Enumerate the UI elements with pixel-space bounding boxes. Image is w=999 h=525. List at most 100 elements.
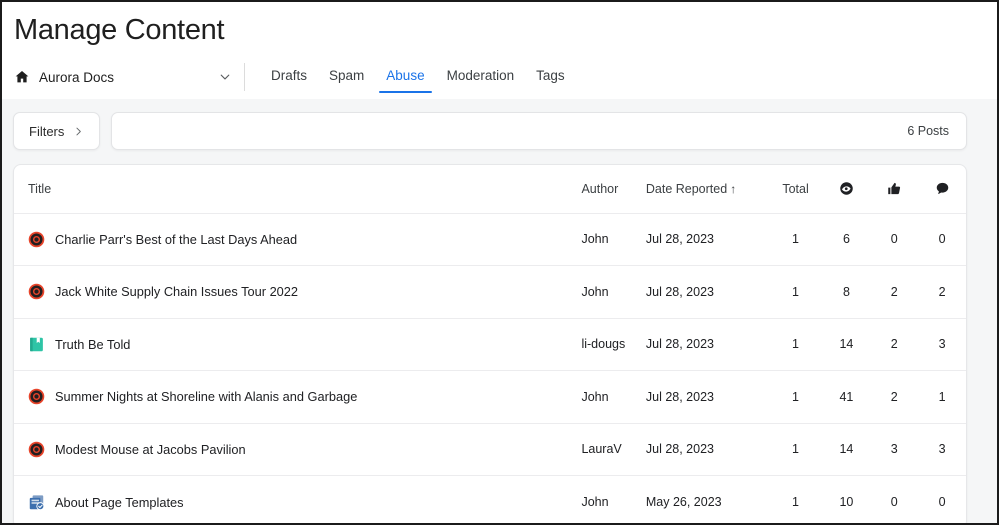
cell-author: LauraV bbox=[581, 423, 646, 476]
cell-total: 1 bbox=[792, 495, 799, 509]
row-title-link[interactable]: Summer Nights at Shoreline with Alanis a… bbox=[55, 389, 357, 404]
tab-moderation[interactable]: Moderation bbox=[436, 55, 526, 99]
filters-button-label: Filters bbox=[29, 123, 65, 139]
cell-total: 1 bbox=[768, 318, 823, 371]
column-header-total[interactable]: Total bbox=[768, 165, 823, 214]
cell-views: 8 bbox=[822, 265, 871, 319]
tab-drafts-label: Drafts bbox=[271, 68, 308, 83]
table-row[interactable]: Modest Mouse at Jacobs Pavilion LauraV J… bbox=[14, 423, 966, 476]
column-header-total-label: Total bbox=[782, 181, 809, 196]
column-header-comments[interactable] bbox=[918, 165, 966, 214]
column-header-date-label: Date Reported bbox=[645, 181, 728, 196]
column-header-title[interactable]: Title bbox=[14, 165, 582, 214]
cell-likes: 3 bbox=[870, 423, 919, 476]
cell-author: John bbox=[581, 370, 646, 424]
column-header-title-label: Title bbox=[28, 181, 52, 196]
site-selector-label: Aurora Docs bbox=[39, 69, 115, 85]
cell-likes: 0 bbox=[890, 495, 898, 509]
tab-tags[interactable]: Tags bbox=[525, 55, 576, 99]
column-header-likes[interactable] bbox=[870, 165, 919, 214]
cell-title[interactable]: About Page Templates bbox=[14, 476, 581, 524]
cell-date: Jul 28, 2023 bbox=[645, 318, 769, 371]
tab-drafts[interactable]: Drafts bbox=[260, 55, 318, 99]
blog-post-icon bbox=[28, 441, 45, 458]
cell-comments: 3 bbox=[918, 318, 966, 371]
table-row[interactable]: Jack White Supply Chain Issues Tour 2022… bbox=[14, 265, 966, 319]
column-header-author-label: Author bbox=[581, 181, 619, 196]
book-icon bbox=[30, 337, 43, 351]
cell-title[interactable]: Truth Be Told bbox=[14, 318, 582, 371]
page-template-icon bbox=[29, 494, 45, 510]
table-row[interactable]: Charlie Parr's Best of the Last Days Ahe… bbox=[14, 213, 966, 266]
blog-post-icon bbox=[28, 231, 45, 248]
table-header: Title Author Date Reported ↑ Total bbox=[14, 165, 966, 214]
cell-likes: 2 bbox=[870, 318, 919, 371]
cell-total: 1 bbox=[768, 213, 823, 266]
site-selector[interactable]: Aurora Docs bbox=[2, 55, 244, 99]
page-title: Manage Content bbox=[14, 14, 225, 46]
table-row[interactable]: Truth Be Told li-dougs Jul 28, 2023 1 14… bbox=[14, 318, 966, 371]
row-title-link[interactable]: About Page Templates bbox=[55, 495, 184, 510]
cell-title[interactable]: Jack White Supply Chain Issues Tour 2022 bbox=[14, 265, 582, 319]
table-header-row: Title Author Date Reported ↑ Total bbox=[14, 165, 966, 214]
content-table: Title Author Date Reported ↑ Total Charl… bbox=[14, 165, 966, 524]
search-input[interactable] bbox=[112, 113, 876, 149]
cell-likes: 0 bbox=[870, 213, 919, 266]
filters-button[interactable]: Filters bbox=[13, 112, 101, 150]
cell-views: 41 bbox=[822, 370, 871, 424]
cell-title[interactable]: Summer Nights at Shoreline with Alanis a… bbox=[14, 370, 582, 424]
cell-date: Jul 28, 2023 bbox=[645, 213, 769, 266]
cell-likes: 2 bbox=[870, 370, 919, 424]
column-header-views[interactable] bbox=[822, 165, 871, 214]
chevron-right-icon bbox=[76, 127, 82, 135]
comment-icon bbox=[936, 183, 948, 195]
tab-bar: Drafts Spam Abuse Moderation Tags bbox=[245, 55, 576, 99]
cell-comments: 1 bbox=[918, 370, 966, 424]
nav-row: Aurora Docs Drafts Spam Abuse Moderation… bbox=[2, 55, 997, 99]
row-title-link[interactable]: Modest Mouse at Jacobs Pavilion bbox=[55, 442, 246, 457]
row-title-link[interactable]: Jack White Supply Chain Issues Tour 2022 bbox=[55, 284, 298, 299]
post-count-label: 6 Posts bbox=[907, 124, 949, 138]
tab-abuse-label: Abuse bbox=[386, 68, 425, 83]
column-header-date-reported[interactable]: Date Reported ↑ bbox=[645, 165, 769, 214]
cell-views: 10 bbox=[839, 495, 854, 509]
tab-moderation-label: Moderation bbox=[446, 68, 515, 83]
app-window: Manage Content Aurora Docs Drafts Spam A… bbox=[0, 0, 999, 525]
tab-spam[interactable]: Spam bbox=[318, 55, 375, 99]
column-header-author[interactable]: Author bbox=[581, 165, 646, 214]
cell-title[interactable]: Charlie Parr's Best of the Last Days Ahe… bbox=[14, 213, 582, 266]
table-row[interactable]: Summer Nights at Shoreline with Alanis a… bbox=[14, 370, 966, 424]
cell-date: Jul 28, 2023 bbox=[645, 423, 769, 476]
row-title-link[interactable]: Truth Be Told bbox=[55, 337, 130, 352]
tab-abuse[interactable]: Abuse bbox=[375, 55, 435, 99]
cell-title[interactable]: Modest Mouse at Jacobs Pavilion bbox=[14, 423, 582, 476]
blog-post-icon bbox=[28, 283, 45, 300]
content-area: Filters 6 Posts Title Author Date Report… bbox=[2, 99, 997, 523]
cell-comments: 3 bbox=[918, 423, 966, 476]
tab-tags-label: Tags bbox=[536, 68, 565, 83]
cell-date: May 26, 2023 bbox=[645, 495, 722, 509]
home-icon bbox=[15, 71, 29, 83]
cell-total: 1 bbox=[768, 265, 823, 319]
thumbs-up-icon bbox=[887, 183, 900, 195]
tab-spam-label: Spam bbox=[329, 68, 365, 83]
cell-comments: 2 bbox=[918, 265, 966, 319]
search-bar[interactable]: 6 Posts bbox=[111, 112, 967, 150]
sort-ascending-icon: ↑ bbox=[730, 181, 737, 196]
row-title-link[interactable]: Charlie Parr's Best of the Last Days Ahe… bbox=[55, 232, 297, 247]
page-header: Manage Content Aurora Docs Drafts Spam A… bbox=[2, 2, 997, 99]
cell-date: Jul 28, 2023 bbox=[645, 370, 769, 424]
cell-author: John bbox=[581, 213, 646, 266]
cell-likes: 2 bbox=[870, 265, 919, 319]
content-table-card: Title Author Date Reported ↑ Total Charl… bbox=[13, 164, 967, 524]
cell-date: Jul 28, 2023 bbox=[645, 265, 769, 319]
table-row[interactable]: About Page Templates John May 26, 2023 1… bbox=[14, 476, 966, 524]
blog-post-icon bbox=[28, 388, 45, 405]
cell-author: John bbox=[581, 265, 646, 319]
cell-comments: 0 bbox=[918, 213, 966, 266]
toolbar: Filters 6 Posts bbox=[13, 112, 967, 150]
cell-comments: 0 bbox=[938, 495, 946, 509]
cell-total: 1 bbox=[768, 370, 823, 424]
chevron-down-icon bbox=[220, 74, 230, 80]
cell-views: 14 bbox=[822, 423, 871, 476]
